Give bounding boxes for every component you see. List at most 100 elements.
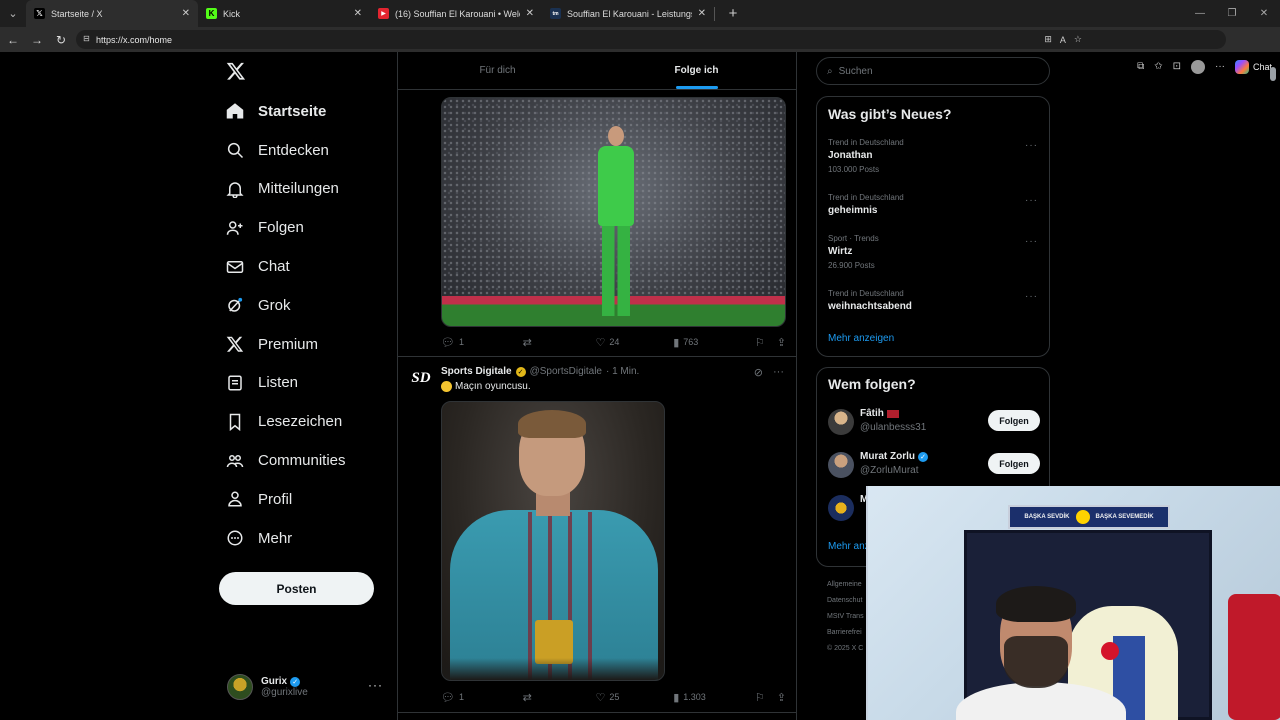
extensions-icon[interactable]: ⧉ — [1137, 61, 1144, 72]
browser-profile-avatar[interactable] — [1190, 59, 1205, 74]
close-tab-icon[interactable]: ✕ — [526, 8, 534, 19]
nav-premium[interactable]: Premium — [226, 325, 346, 364]
new-tab-icon[interactable]: + — [723, 5, 743, 22]
copilot-chat-button[interactable]: Chat — [1234, 59, 1272, 74]
trend-item[interactable]: Trend in Deutschland weihnachtsabend ··· — [828, 289, 1038, 312]
close-window-icon[interactable]: ✕ — [1248, 8, 1280, 19]
trend-context: Trend in Deutschland — [828, 193, 904, 202]
tab-youtube[interactable]: ▶ (16) Souffian El Karouani • Welcome ✕ — [370, 0, 542, 27]
view-count: 763 — [683, 337, 699, 347]
post-button[interactable]: Posten — [219, 572, 374, 605]
follow-button[interactable]: Folgen — [988, 410, 1040, 431]
author-handle[interactable]: @SportsDigitale — [530, 366, 602, 377]
author-name[interactable]: Sports Digitale — [441, 366, 512, 377]
tab-following[interactable]: Folge ich — [597, 52, 796, 89]
timeline-tabs: Für dich Folge ich — [398, 52, 796, 90]
streamer-hair — [996, 586, 1076, 622]
bookmark-button[interactable]: ⚐ — [755, 691, 765, 704]
repost-button[interactable]: ⇄ — [523, 336, 596, 349]
grok-icon — [228, 298, 243, 313]
tweet-header-actions: ⊘ ··· — [754, 366, 784, 379]
minimize-icon[interactable]: — — [1184, 8, 1216, 19]
nav-label: Folgen — [258, 219, 304, 237]
more-dots-icon[interactable]: ··· — [1025, 291, 1038, 302]
grok-explain-icon[interactable]: ⊘ — [754, 366, 763, 379]
tab-kick[interactable]: K Kick ✕ — [198, 0, 370, 27]
show-more-trends-link[interactable]: Mehr anzeigen — [828, 333, 894, 344]
follow-suggestion[interactable]: Murat Zorlu ✓ @ZorluMurat Folgen — [828, 449, 1040, 479]
follow-suggestion[interactable]: Fâtih @ulanbesss31 Folgen — [828, 406, 1040, 436]
trend-item[interactable]: Trend in Deutschland geheimnis ··· — [828, 193, 1038, 216]
more-dots-icon[interactable]: ··· — [773, 366, 784, 379]
nav-follow[interactable]: Folgen — [226, 208, 346, 247]
tab-transfermarkt[interactable]: tm Souffian El Karouani - Leistungsdaten… — [542, 0, 714, 27]
close-tab-icon[interactable]: ✕ — [354, 8, 362, 19]
read-aloud-icon[interactable]: A — [1060, 35, 1066, 45]
reply-button[interactable]: 💬︎ 1 — [441, 691, 523, 704]
star-struck-emoji-icon — [441, 381, 452, 392]
nav-explore[interactable]: Entdecken — [226, 131, 346, 170]
nav-more[interactable]: Mehr — [226, 519, 346, 558]
tweet-media-goalkeeper[interactable] — [441, 97, 786, 327]
tab-for-you[interactable]: Für dich — [398, 52, 597, 89]
search-input[interactable]: ⌕ Suchen — [816, 57, 1050, 85]
close-tab-icon[interactable]: ✕ — [698, 8, 706, 19]
x-logo-icon[interactable] — [226, 61, 246, 81]
nav-grok[interactable]: Grok — [226, 286, 346, 325]
avatar[interactable]: SD — [410, 367, 432, 389]
tweet-time[interactable]: · 1 Min. — [606, 366, 639, 377]
tab-actions-chevron-icon[interactable]: ⌄ — [0, 0, 26, 27]
like-button[interactable]: ♡ 25 — [595, 691, 673, 704]
trend-item[interactable]: Sport · Trends Wirtz 26.900 Posts ··· — [828, 234, 1038, 270]
tab-x-home[interactable]: 𝕏 Startseite / X ✕ — [26, 0, 198, 27]
tweet-media-player-card[interactable] — [441, 401, 665, 681]
repost-button[interactable]: ⇄ — [523, 691, 596, 704]
tweet-actions: 💬︎ 1 ⇄ ♡ 24 ▮ 763 ⚐ ⇪ — [441, 334, 786, 350]
back-icon[interactable]: ← — [1, 33, 25, 47]
more-dots-icon[interactable]: ··· — [1025, 140, 1038, 151]
tweet-text-content: Maçın oyuncusu. — [455, 381, 531, 392]
collections-icon[interactable]: ⊡ — [1173, 61, 1181, 72]
views-button[interactable]: ▮ 1.303 — [673, 691, 755, 704]
red-suitcase — [1228, 594, 1280, 720]
nav-communities[interactable]: Communities — [226, 441, 346, 480]
page-scrollbar[interactable] — [1270, 67, 1276, 81]
show-more-suggestions-link[interactable]: Mehr anz — [828, 541, 870, 552]
share-button[interactable]: ⇪ — [777, 336, 786, 349]
more-dots-icon[interactable]: ··· — [368, 678, 383, 692]
nav-bookmarks[interactable]: Lesezeichen — [226, 402, 346, 441]
nav-label: Premium — [258, 335, 319, 353]
nav-lists[interactable]: Listen — [226, 364, 346, 403]
views-button[interactable]: ▮ 763 — [673, 336, 755, 349]
app-available-icon[interactable]: ⊞ — [1044, 34, 1052, 45]
like-button[interactable]: ♡ 24 — [595, 336, 673, 349]
favorites-icon[interactable]: ✩ — [1154, 61, 1162, 72]
follow-button[interactable]: Folgen — [988, 453, 1040, 474]
keeper-jersey — [598, 146, 634, 226]
site-info-icon[interactable]: ⊟ — [83, 34, 90, 43]
tab-title: (16) Souffian El Karouani • Welcome — [395, 8, 520, 19]
address-bar[interactable]: ⊟ https://x.com/home ⊞ A ☆ — [76, 30, 1226, 49]
avatar — [828, 452, 854, 478]
nav-home[interactable]: Startseite — [226, 92, 346, 131]
nav-profile[interactable]: Profil — [226, 480, 346, 519]
share-button[interactable]: ⇪ — [777, 691, 786, 704]
reload-icon[interactable]: ↻ — [49, 33, 73, 47]
bookmark-button[interactable]: ⚐ — [755, 336, 765, 349]
nav-chat[interactable]: Chat — [226, 247, 346, 286]
account-switcher[interactable]: Gurix ✓ @gurixlive ··· — [227, 672, 387, 702]
settings-more-icon[interactable]: ··· — [1215, 61, 1225, 72]
more-dots-icon[interactable]: ··· — [1025, 195, 1038, 206]
forward-icon[interactable]: → — [25, 33, 49, 47]
close-tab-icon[interactable]: ✕ — [182, 8, 190, 19]
verified-gold-badge-icon: ✓ — [515, 366, 526, 377]
browser-toolbar: ← → ↻ ⊟ https://x.com/home ⊞ A ☆ ⧉ ✩ ⊡ ·… — [0, 27, 1280, 74]
favorite-star-icon[interactable]: ☆ — [1074, 34, 1082, 45]
timeline: Für dich Folge ich 💬︎ 1 ⇄ ♡ 24 ▮ 763 ⚐ ⇪ SD… — [397, 52, 797, 720]
trend-item[interactable]: Trend in Deutschland Jonathan 103.000 Po… — [828, 138, 1038, 174]
reply-button[interactable]: 💬︎ 1 — [441, 336, 523, 349]
restore-icon[interactable]: ❐ — [1216, 8, 1248, 19]
nav-notifications[interactable]: Mitteilungen — [226, 170, 346, 209]
more-dots-icon[interactable]: ··· — [1025, 236, 1038, 247]
tab-separator — [714, 6, 715, 21]
